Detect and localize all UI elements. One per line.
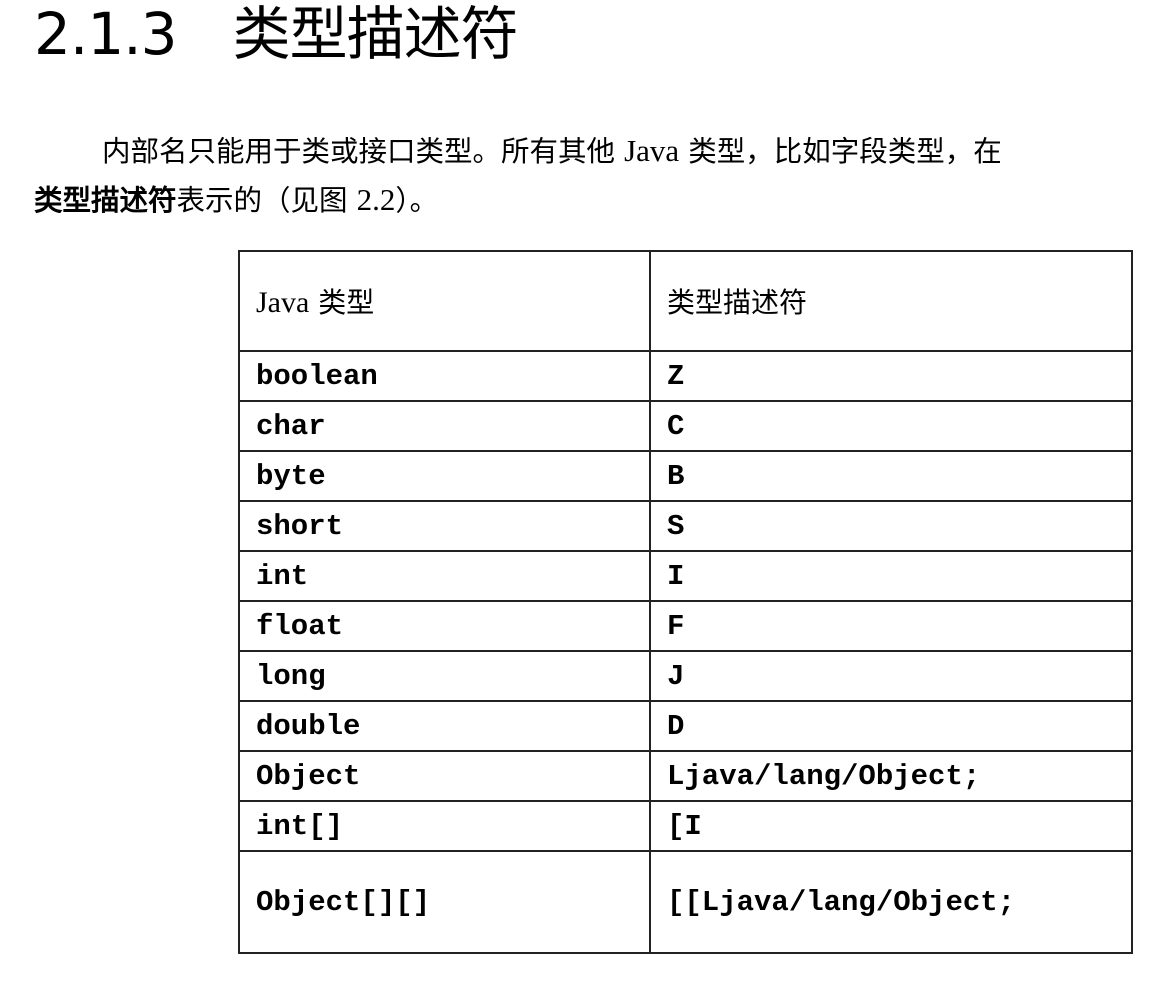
- descriptor-cell: Ljava/lang/Object;: [649, 750, 1133, 802]
- section-heading: 2.1.3 类型描述符: [34, 0, 519, 74]
- descriptor-cell: J: [649, 650, 1133, 702]
- descriptor-cell: B: [649, 450, 1133, 502]
- descriptor-cell: I: [649, 550, 1133, 602]
- java-type-cell: double: [238, 700, 651, 752]
- table-header-row: Java 类型 类型描述符: [238, 250, 1133, 352]
- descriptor-cell: D: [649, 700, 1133, 752]
- paragraph-java-word: Java: [624, 133, 680, 168]
- paragraph-bold-term: 类型描述符: [34, 184, 177, 217]
- java-type-cell: boolean: [238, 350, 651, 402]
- java-type-cell: float: [238, 600, 651, 652]
- java-type-cell: int: [238, 550, 651, 602]
- paragraph-text: 表示的（见图: [176, 184, 357, 217]
- section-number: 2.1.3: [34, 0, 178, 68]
- table-row: int[] [I: [238, 800, 1133, 852]
- paragraph-text: ）。: [395, 184, 439, 217]
- table-row: byte B: [238, 450, 1133, 502]
- table-row: float F: [238, 600, 1133, 652]
- table-row: short S: [238, 500, 1133, 552]
- table-row: long J: [238, 650, 1133, 702]
- descriptor-cell: [I: [649, 800, 1133, 852]
- java-type-cell: Object: [238, 750, 651, 802]
- java-type-cell: int[]: [238, 800, 651, 852]
- table-row: double D: [238, 700, 1133, 752]
- figure-reference: 2.2: [356, 182, 396, 217]
- column-header-java-type: Java 类型: [238, 250, 651, 352]
- java-type-cell: short: [238, 500, 651, 552]
- java-type-cell: byte: [238, 450, 651, 502]
- descriptor-cell: [[Ljava/lang/Object;: [649, 850, 1133, 954]
- section-title: 类型描述符: [232, 0, 519, 68]
- body-paragraph: 内部名只能用于类或接口类型。所有其他 Java 类型，比如字段类型，在 类型描述…: [34, 127, 1173, 225]
- java-type-cell: char: [238, 400, 651, 452]
- paragraph-line-1: 内部名只能用于类或接口类型。所有其他 Java 类型，比如字段类型，在: [34, 127, 1173, 176]
- table-row: char C: [238, 400, 1133, 452]
- java-type-cell: Object[][]: [238, 850, 651, 954]
- paragraph-line-2: 类型描述符表示的（见图 2.2）。: [34, 176, 1173, 225]
- paragraph-text: 类型，比如字段类型，在: [679, 135, 1002, 168]
- descriptor-cell: C: [649, 400, 1133, 452]
- table-row: Object Ljava/lang/Object;: [238, 750, 1133, 802]
- table-row: int I: [238, 550, 1133, 602]
- column-header-descriptor: 类型描述符: [649, 250, 1133, 352]
- descriptor-cell: S: [649, 500, 1133, 552]
- java-type-cell: long: [238, 650, 651, 702]
- descriptor-cell: Z: [649, 350, 1133, 402]
- table-row: Object[][] [[Ljava/lang/Object;: [238, 850, 1133, 954]
- descriptor-cell: F: [649, 600, 1133, 652]
- type-descriptor-table: Java 类型 类型描述符 boolean Z char C byte B sh…: [238, 250, 1133, 954]
- paragraph-text: 内部名只能用于类或接口类型。所有其他: [102, 135, 625, 168]
- table-row: boolean Z: [238, 350, 1133, 402]
